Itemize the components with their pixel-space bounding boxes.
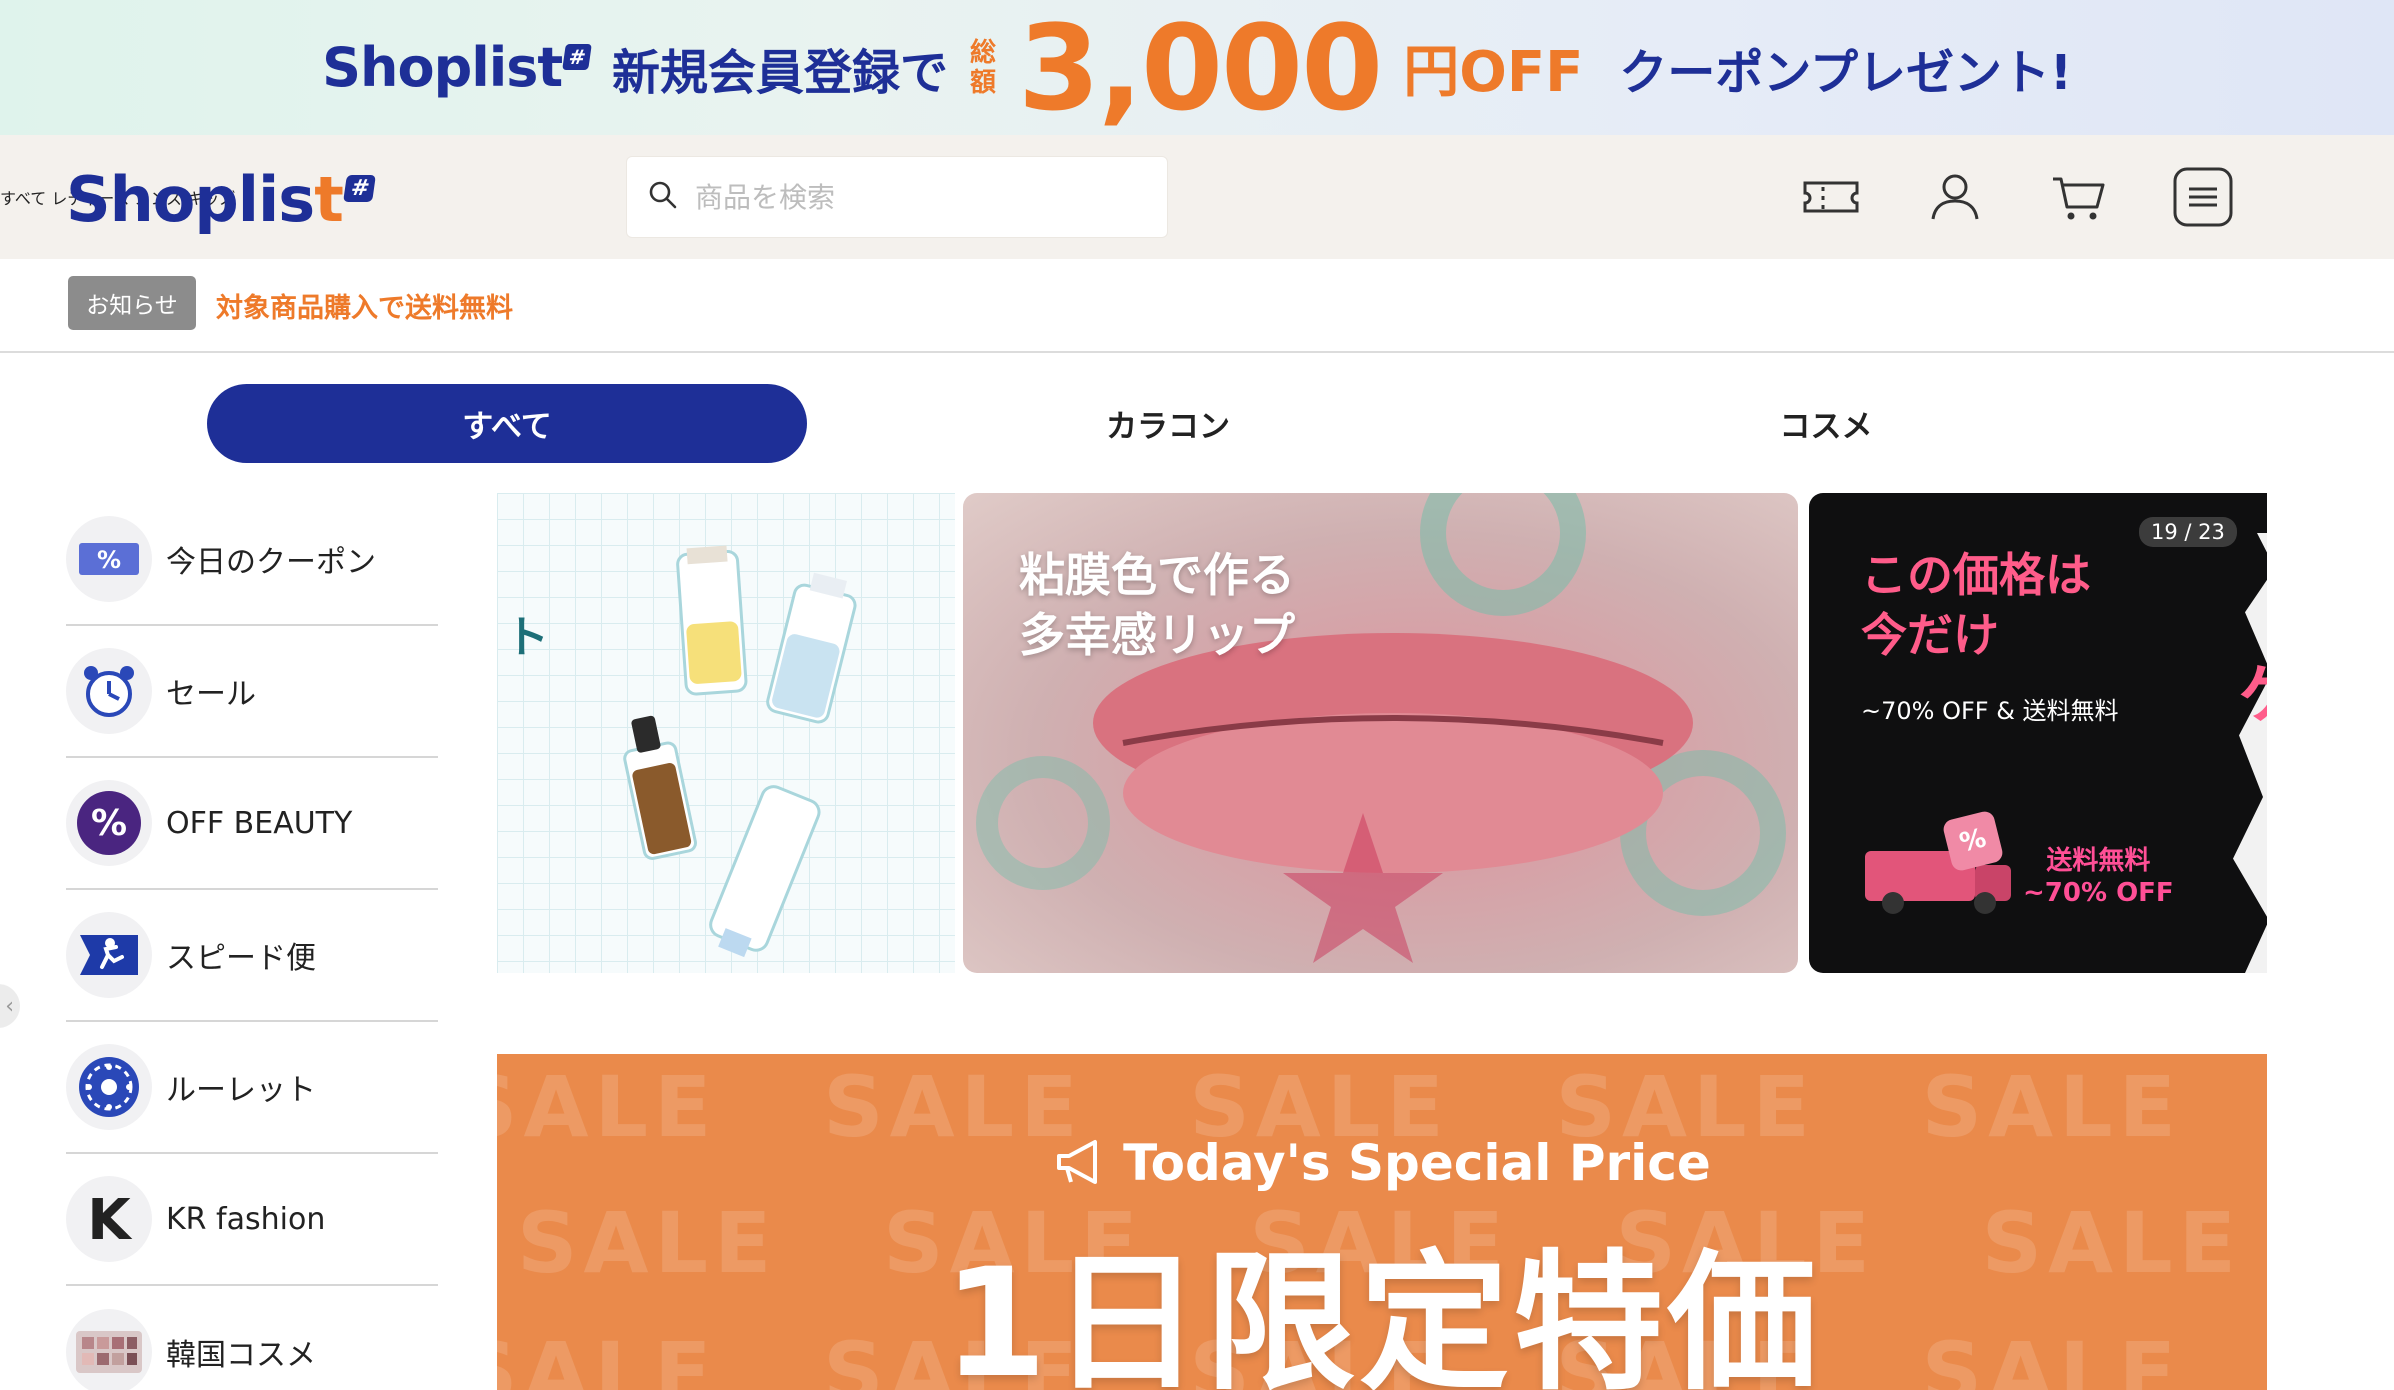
sidebar-item-label: KR fashion [166, 1201, 326, 1237]
sidebar-item-label: ルーレット [166, 1073, 316, 1108]
sidebar-item-label: スピード便 [166, 941, 316, 976]
notice-tag: お知らせ [68, 276, 196, 330]
nav-all[interactable]: すべて [0, 189, 46, 208]
sale-title: 1日限定特価 [942, 1237, 1822, 1390]
promo-message: 新規会員登録で [611, 44, 948, 101]
search-input[interactable] [695, 180, 1155, 214]
promo-banner[interactable]: Shoplist # 新規会員登録で 総額 3,000 円OFF クーポンプレゼン… [0, 0, 2394, 135]
svg-text:%: % [97, 546, 121, 574]
promo-brand: Shoplist # [322, 36, 592, 99]
sidebar-item-sale[interactable]: セール [66, 626, 438, 758]
truck-icon: % [1865, 811, 2011, 914]
carousel-slide-lip[interactable]: 粘膜色で作る 多幸感リップ [963, 493, 1798, 973]
sale-subtitle: Today's Special Price [497, 1134, 2267, 1192]
slide-title: 粘膜色で作る 多幸感リップ [1019, 548, 1295, 662]
chevron-left-icon[interactable]: ‹ [0, 984, 20, 1028]
carousel-slide-skincare[interactable]: ト [497, 493, 955, 973]
sidebar-item-kr-fashion[interactable]: K KR fashion [66, 1154, 438, 1286]
tab-all[interactable]: すべて [207, 384, 807, 463]
sidebar-item-roulette[interactable]: ルーレット [66, 1022, 438, 1154]
promo-coupon-text: クーポンプレゼント! [1619, 44, 2072, 101]
tab-color-contacts[interactable]: カラコン [868, 384, 1468, 463]
megaphone-icon [1057, 1140, 1098, 1184]
torn-paper-graphic [2233, 533, 2267, 973]
eyeshadow-palette-icon [66, 1309, 152, 1390]
todays-special-price-banner[interactable]: SALE SALE SALE SALE SALE SALE SALE SALE … [497, 1054, 2267, 1390]
cart-icon[interactable] [2046, 165, 2112, 229]
k-letter-icon: K [66, 1176, 152, 1262]
slide-subtitle: ~70% OFF & 送料無料 [1861, 697, 2119, 725]
slide-title: この価格は 今だけ [1861, 548, 2091, 662]
percent-circle-icon: % [66, 780, 152, 866]
search-box[interactable] [626, 156, 1168, 238]
site-logo[interactable]: Shoplist # [66, 163, 377, 236]
promo-unit: 円OFF [1403, 40, 1584, 105]
slide-counter: 19 / 23 [2139, 517, 2237, 547]
sidebar-item-label: 今日のクーポン [166, 545, 376, 580]
site-header: Shoplist# すべて レディース メンズ キッズ [0, 135, 2394, 259]
user-icon[interactable] [1922, 165, 1988, 229]
skincare-products-image [623, 545, 857, 958]
alarm-clock-icon [66, 648, 152, 734]
menu-icon[interactable] [2170, 165, 2236, 229]
notice-text[interactable]: 対象商品購入で送料無料 [216, 286, 513, 325]
banner-carousel: ト 粘膜色で作る 多幸感リップ ゲ 19 / 23 この価格は 今だけ ~70%… [497, 493, 2267, 973]
sidebar-item-todays-coupon[interactable]: % 今日のクーポン [66, 494, 438, 626]
sidebar-item-korean-cosmetics[interactable]: 韓国コスメ [66, 1286, 438, 1390]
promo-amount: 3,000 [1018, 0, 1383, 137]
svg-text:%: % [91, 803, 127, 844]
sidebar-item-off-beauty[interactable]: % OFF BEAUTY [66, 758, 438, 890]
slide-partial-text: ゲ [2239, 643, 2267, 735]
svg-text:K: K [87, 1189, 133, 1249]
roulette-icon [66, 1044, 152, 1130]
sidebar-item-label: 韓国コスメ [166, 1338, 316, 1373]
search-icon [647, 179, 679, 215]
running-man-icon [66, 912, 152, 998]
coupon-percent-icon: % [66, 516, 152, 602]
promo-total-label: 総額 [970, 37, 997, 98]
tab-cosmetics[interactable]: コスメ [1526, 384, 2126, 463]
sidebar-item-label: セール [166, 677, 256, 712]
carousel-slide-sale[interactable]: ゲ 19 / 23 この価格は 今だけ ~70% OFF & 送料無料 % 送料… [1809, 493, 2267, 973]
slide-badge: 送料無料 ~70% OFF [2023, 846, 2174, 908]
sidebar-item-label: OFF BEAUTY [166, 805, 353, 841]
ticket-icon[interactable] [1798, 165, 1864, 229]
sidebar-item-speed-delivery[interactable]: スピード便 [66, 890, 438, 1022]
notice-bar: お知らせ 対象商品購入で送料無料 [0, 259, 2394, 353]
